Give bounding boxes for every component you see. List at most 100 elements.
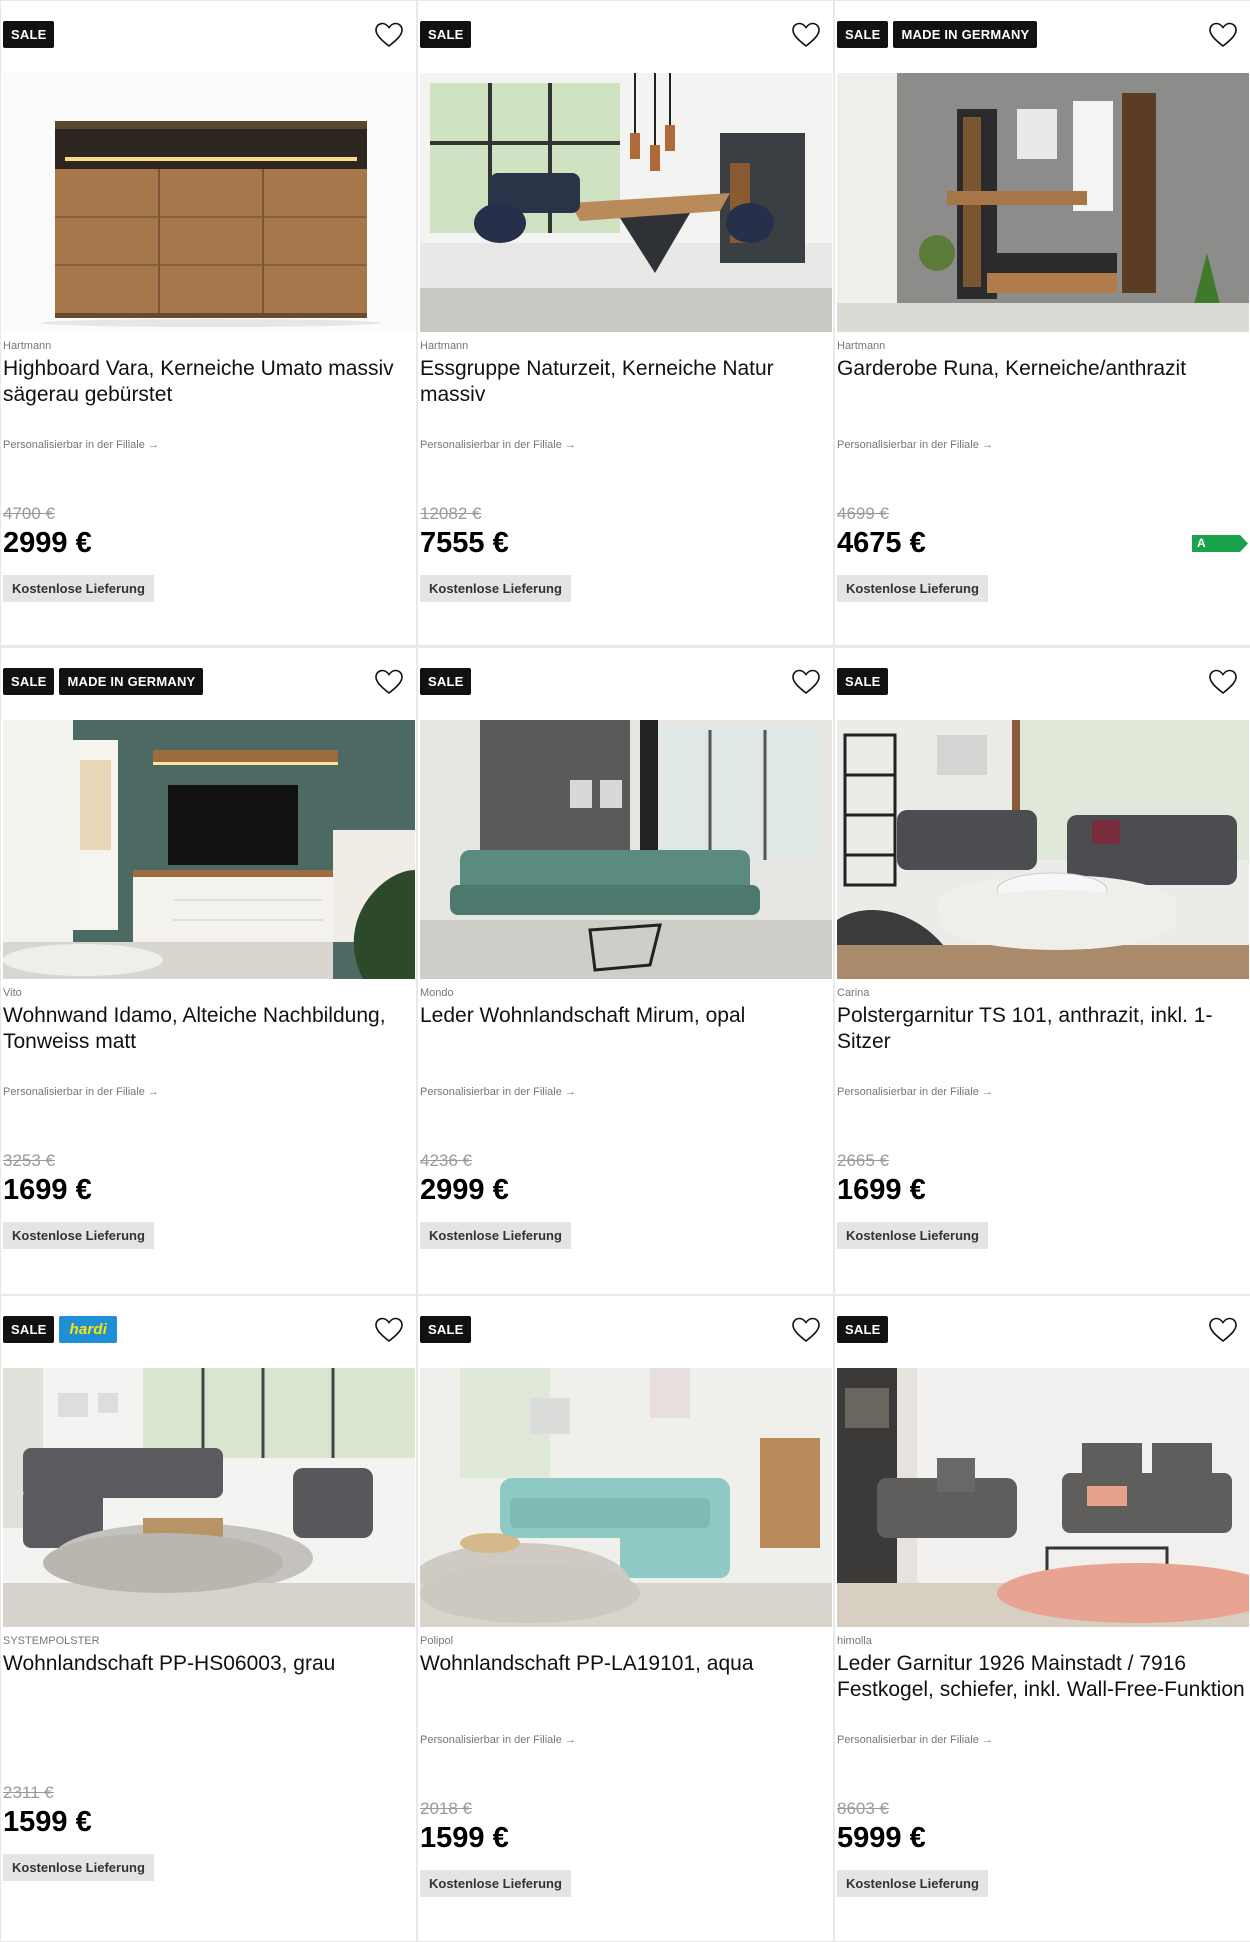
- product-card[interactable]: SALE Carina Polstergarnitur TS 101, anth…: [835, 648, 1250, 1294]
- product-card[interactable]: SALE MADE IN GERMANY Vito Wohnwand Idamo,…: [1, 648, 416, 1294]
- product-title[interactable]: Wohnwand Idamo, Alteiche Nachbildung, To…: [3, 1003, 413, 1055]
- hardi-badge: hardi: [59, 1316, 118, 1343]
- personalize-link[interactable]: Personalisierbar in der Filiale →: [837, 439, 993, 451]
- personalize-link[interactable]: Personalisierbar in der Filiale →: [420, 1086, 576, 1098]
- personalize-link[interactable]: Personalisierbar in der Filiale →: [420, 1734, 576, 1746]
- personalize-link[interactable]: Personalisierbar in der Filiale →: [3, 439, 159, 451]
- wall-unit-image[interactable]: [3, 720, 415, 979]
- energy-label-icon[interactable]: A: [1192, 535, 1248, 552]
- sideboard-image[interactable]: [3, 73, 415, 332]
- brand-name: himolla: [837, 1635, 872, 1647]
- free-delivery-badge: Kostenlose Lieferung: [3, 1854, 154, 1881]
- product-card[interactable]: SALE Hartmann Essgruppe Naturzeit, Kerne…: [418, 1, 833, 645]
- badge-group: SALE MADE IN GERMANY: [3, 668, 204, 695]
- product-card[interactable]: SALE Mondo Leder Wohnlandschaft Mirum, o…: [418, 648, 833, 1294]
- badge-group: SALE hardi: [3, 1316, 118, 1343]
- free-delivery-badge: Kostenlose Lieferung: [837, 1222, 988, 1249]
- badge-group: SALE: [420, 1316, 472, 1343]
- old-price: 4700 €: [3, 504, 55, 523]
- leather-set-image[interactable]: [837, 1368, 1249, 1627]
- personalize-link[interactable]: Personalisierbar in der Filiale →: [3, 1086, 159, 1098]
- sale-badge: SALE: [3, 668, 55, 695]
- badge-group: SALE: [420, 668, 472, 695]
- personalize-link[interactable]: Personalisierbar in der Filiale →: [837, 1734, 993, 1746]
- sale-badge: SALE: [420, 21, 472, 48]
- sale-price: 7555 €: [420, 527, 509, 559]
- personalize-link[interactable]: Personalisierbar in der Filiale →: [420, 439, 576, 451]
- badge-group: SALE: [837, 1316, 889, 1343]
- old-price: 3253 €: [3, 1151, 55, 1170]
- product-title[interactable]: Wohnlandschaft PP-LA19101, aqua: [420, 1651, 830, 1677]
- free-delivery-badge: Kostenlose Lieferung: [3, 1222, 154, 1249]
- heart-icon[interactable]: [374, 1316, 404, 1344]
- product-card[interactable]: SALE MADE IN GERMANY Hartmann Garderobe R…: [835, 1, 1250, 645]
- heart-icon[interactable]: [791, 668, 821, 696]
- heart-icon[interactable]: [1208, 668, 1238, 696]
- product-card[interactable]: SALE Hartmann Highboard Vara, Kerneiche …: [1, 1, 416, 645]
- sale-badge: SALE: [3, 21, 55, 48]
- heart-icon[interactable]: [1208, 1316, 1238, 1344]
- free-delivery-badge: Kostenlose Lieferung: [420, 575, 571, 602]
- product-title[interactable]: Leder Garnitur 1926 Mainstadt / 7916 Fes…: [837, 1651, 1247, 1703]
- sale-badge: SALE: [837, 668, 889, 695]
- old-price: 2311 €: [3, 1783, 54, 1802]
- product-title[interactable]: Polstergarnitur TS 101, anthrazit, inkl.…: [837, 1003, 1247, 1055]
- heart-icon[interactable]: [791, 21, 821, 49]
- product-title[interactable]: Leder Wohnlandschaft Mirum, opal: [420, 1003, 830, 1029]
- sale-price: 5999 €: [837, 1822, 926, 1854]
- product-card[interactable]: SALE hardi SYSTEMPOLSTER Wohnlandschaft P…: [1, 1296, 416, 1941]
- personalize-link[interactable]: Personalisierbar in der Filiale →: [837, 1086, 993, 1098]
- sale-badge: SALE: [837, 1316, 889, 1343]
- sale-price: 1699 €: [837, 1174, 926, 1206]
- brand-name: Carina: [837, 987, 870, 999]
- product-title[interactable]: Garderobe Runa, Kerneiche/anthrazit: [837, 356, 1247, 382]
- product-card[interactable]: SALE himolla Leder Garnitur 1926 Mainsta…: [835, 1296, 1250, 1941]
- free-delivery-badge: Kostenlose Lieferung: [420, 1222, 571, 1249]
- badge-group: SALE: [420, 21, 472, 48]
- brand-name: Mondo: [420, 987, 454, 999]
- sofa-set-image[interactable]: [837, 720, 1249, 979]
- badge-group: SALE: [3, 21, 55, 48]
- product-title[interactable]: Essgruppe Naturzeit, Kerneiche Natur mas…: [420, 356, 830, 408]
- free-delivery-badge: Kostenlose Lieferung: [3, 575, 154, 602]
- product-grid: SALE Hartmann Highboard Vara, Kerneiche …: [0, 0, 1250, 1942]
- brand-name: Hartmann: [3, 340, 52, 352]
- sale-badge: SALE: [837, 21, 889, 48]
- free-delivery-badge: Kostenlose Lieferung: [420, 1870, 571, 1897]
- brand-name: Polipol: [420, 1635, 454, 1647]
- brand-name: SYSTEMPOLSTER: [3, 1635, 100, 1647]
- product-title[interactable]: Highboard Vara, Kerneiche Umato massiv s…: [3, 356, 413, 408]
- wardrobe-image[interactable]: [837, 73, 1249, 332]
- sale-badge: SALE: [3, 1316, 55, 1343]
- dining-set-image[interactable]: [420, 73, 832, 332]
- sale-price: 2999 €: [420, 1174, 509, 1206]
- sale-price: 2999 €: [3, 527, 92, 559]
- brand-name: Hartmann: [837, 340, 886, 352]
- old-price: 2018 €: [420, 1799, 472, 1818]
- product-title[interactable]: Wohnlandschaft PP-HS06003, grau: [3, 1651, 413, 1677]
- heart-icon[interactable]: [374, 21, 404, 49]
- old-price: 2665 €: [837, 1151, 889, 1170]
- sale-badge: SALE: [420, 668, 472, 695]
- old-price: 12082 €: [420, 504, 482, 523]
- old-price: 4236 €: [420, 1151, 472, 1170]
- brand-name: Hartmann: [420, 340, 469, 352]
- sale-price: 1699 €: [3, 1174, 92, 1206]
- brand-name: Vito: [3, 987, 22, 999]
- old-price: 4699 €: [837, 504, 889, 523]
- product-card[interactable]: SALE Polipol Wohnlandschaft PP-LA19101, …: [418, 1296, 833, 1941]
- heart-icon[interactable]: [374, 668, 404, 696]
- made-in-germany-badge: MADE IN GERMANY: [59, 668, 204, 695]
- corner-sofa-image[interactable]: [3, 1368, 415, 1627]
- made-in-germany-badge: MADE IN GERMANY: [893, 21, 1038, 48]
- heart-icon[interactable]: [791, 1316, 821, 1344]
- badge-group: SALE MADE IN GERMANY: [837, 21, 1038, 48]
- free-delivery-badge: Kostenlose Lieferung: [837, 1870, 988, 1897]
- corner-sofa-image[interactable]: [420, 1368, 832, 1627]
- sale-price: 1599 €: [3, 1806, 92, 1838]
- energy-class-text: A: [1197, 536, 1206, 550]
- free-delivery-badge: Kostenlose Lieferung: [837, 575, 988, 602]
- sofa-image[interactable]: [420, 720, 832, 979]
- sale-price: 1599 €: [420, 1822, 509, 1854]
- heart-icon[interactable]: [1208, 21, 1238, 49]
